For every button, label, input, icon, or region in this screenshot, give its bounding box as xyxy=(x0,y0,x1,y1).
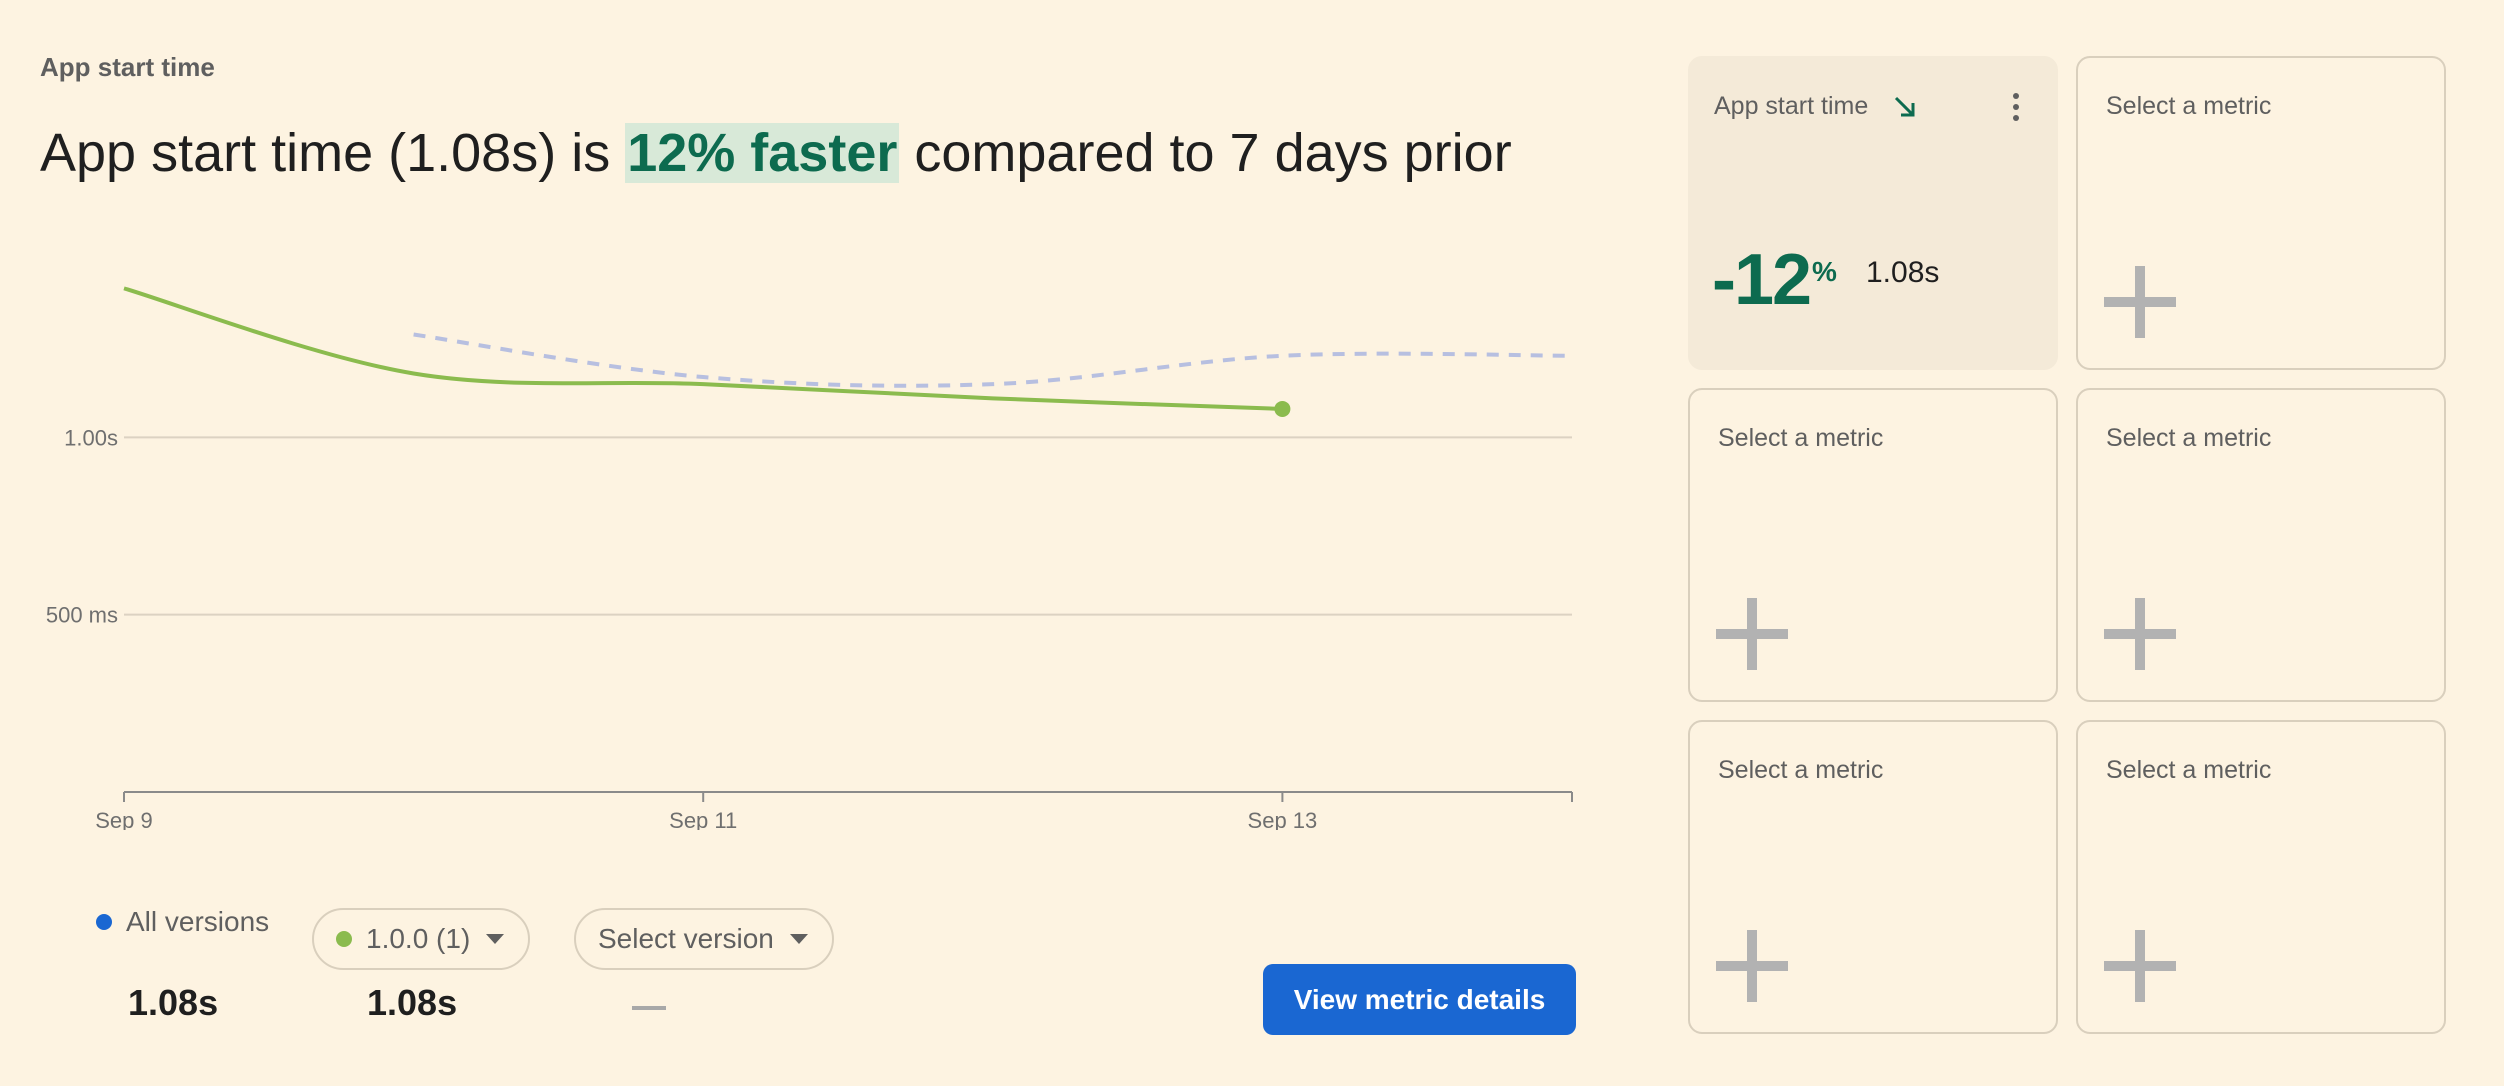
metric-card-title: App start time xyxy=(1714,92,1869,120)
metric-card-empty[interactable]: Select a metric xyxy=(1688,720,2058,1034)
plus-icon xyxy=(2104,266,2176,338)
all-versions-dot xyxy=(96,914,112,930)
y-tick-label: 1.00s xyxy=(64,425,118,450)
current-series-line xyxy=(123,286,1283,411)
metric-card-title: Select a metric xyxy=(2106,92,2272,120)
plus-icon xyxy=(2104,598,2176,670)
plus-icon xyxy=(1716,598,1788,670)
metric-card-empty[interactable]: Select a metric xyxy=(1688,388,2058,702)
version-dot xyxy=(336,931,352,947)
metric-card-empty[interactable]: Select a metric xyxy=(2076,56,2446,370)
select-version-label: Select version xyxy=(598,923,774,954)
page-headline: App start time (1.08s) is 12% faster com… xyxy=(40,118,1512,188)
app-start-time-chart: 1.00s 500 ms Sep 9 Sep 11 Sep 13 xyxy=(46,286,1573,830)
plus-icon xyxy=(2104,930,2176,1002)
all-versions-label: All versions xyxy=(126,906,270,937)
metric-card-title: Select a metric xyxy=(2106,424,2272,452)
metric-card-empty[interactable]: Select a metric xyxy=(2076,720,2446,1034)
version-chip-label: 1.0.0 (1) xyxy=(366,923,471,954)
select-version-dropdown[interactable]: Select version xyxy=(574,908,834,970)
current-series-end-point xyxy=(1274,400,1291,417)
headline-suffix: compared to 7 days prior xyxy=(899,123,1512,183)
select-version-empty-value xyxy=(632,1006,666,1010)
x-tick-label: Sep 11 xyxy=(669,808,737,830)
metric-change-unit: % xyxy=(1812,256,1837,287)
more-vert-icon[interactable] xyxy=(2008,90,2024,124)
previous-period-series-line xyxy=(413,332,1573,388)
version-value: 1.08s xyxy=(367,982,458,1023)
x-tick-label: Sep 9 xyxy=(95,808,153,830)
metric-card-app-start-time[interactable]: App start time -12 % 1.08s xyxy=(1688,56,2058,370)
view-metric-details-button[interactable]: View metric details xyxy=(1263,964,1576,1035)
metric-current-value: 1.08s xyxy=(1866,256,1940,289)
metric-card-title: Select a metric xyxy=(1718,756,1884,784)
all-versions-value: 1.08s xyxy=(128,982,219,1023)
headline-highlight: 12% faster xyxy=(625,123,900,183)
metric-card-title: Select a metric xyxy=(2106,756,2272,784)
plus-icon xyxy=(1716,930,1788,1002)
version-chip-dropdown[interactable]: 1.0.0 (1) xyxy=(312,908,531,970)
headline-prefix: App start time (1.08s) is xyxy=(40,123,626,183)
chevron-down-icon xyxy=(486,934,505,944)
section-label: App start time xyxy=(40,52,215,82)
chevron-down-icon xyxy=(789,934,808,944)
x-tick-label: Sep 13 xyxy=(1248,808,1318,830)
metric-change-value: -12 xyxy=(1712,240,1812,320)
metric-card-empty[interactable]: Select a metric xyxy=(2076,388,2446,702)
metric-card-title: Select a metric xyxy=(1718,424,1884,452)
trending-down-icon xyxy=(1894,96,1915,117)
legend-all-versions: All versions xyxy=(96,906,269,938)
y-tick-label: 500 ms xyxy=(46,603,118,628)
